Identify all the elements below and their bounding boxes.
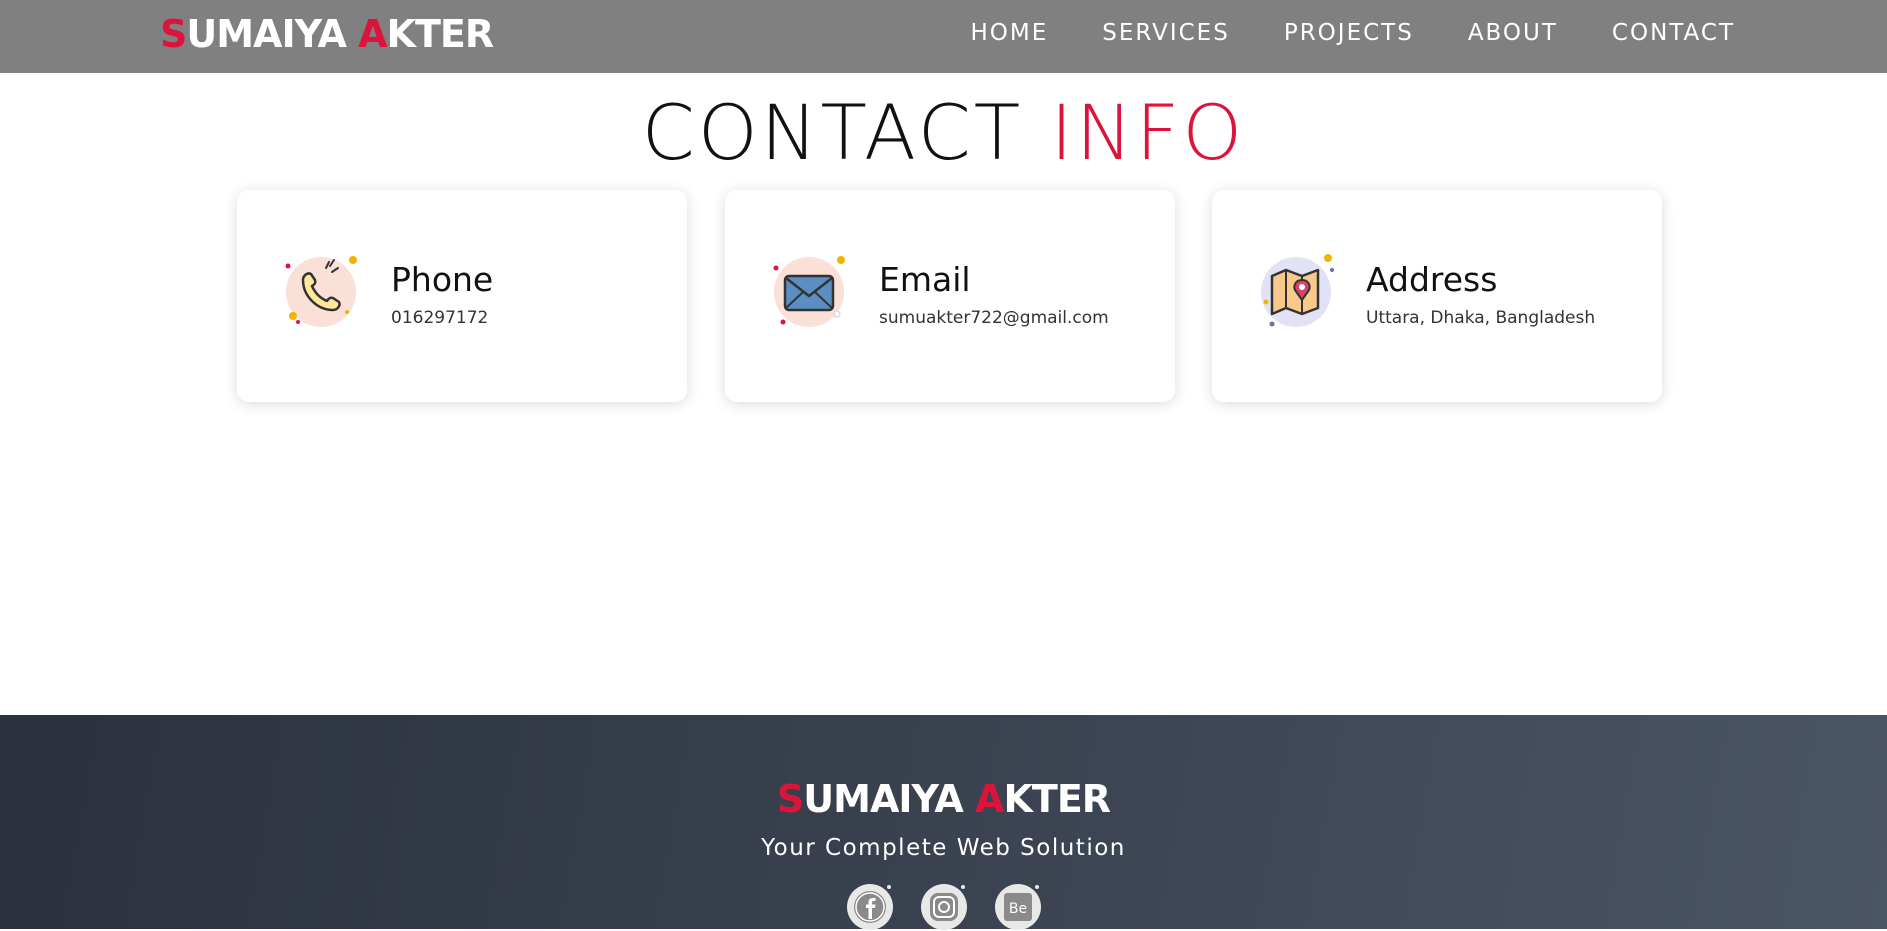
nav-projects[interactable]: PROJECTS — [1284, 20, 1414, 46]
nav-home[interactable]: HOME — [970, 20, 1048, 46]
section-title-main: CONTACT — [641, 88, 1051, 177]
footer-tagline: Your Complete Web Solution — [761, 835, 1126, 861]
contact-card-phone: Phone 016297172 — [237, 190, 687, 402]
phone-icon — [285, 256, 357, 327]
behance-icon[interactable]: Be — [994, 883, 1042, 931]
brand-name-first: UMAIYA — [186, 12, 359, 56]
contact-card-detail[interactable]: 016297172 — [391, 308, 488, 328]
brand-initial-last: A — [358, 12, 387, 56]
nav-about[interactable]: ABOUT — [1468, 20, 1558, 46]
footer-brand-name-first: UMAIYA — [803, 777, 976, 821]
footer-brand-initial-last: A — [975, 777, 1004, 821]
section-title-accent: INFO — [1050, 88, 1246, 177]
contact-card-detail[interactable]: Uttara, Dhaka, Bangladesh — [1366, 308, 1595, 328]
contact-card-heading: Email — [879, 260, 971, 299]
brand-initial-first: S — [160, 12, 187, 56]
facebook-icon[interactable] — [846, 883, 894, 931]
section-title: CONTACT INFO — [0, 88, 1887, 177]
footer-brand-initial-first: S — [776, 777, 804, 821]
contact-card-heading: Phone — [391, 260, 494, 299]
footer-brand-logo[interactable]: SUMAIYA AKTER — [0, 777, 1887, 821]
main-nav: HOME SERVICES PROJECTS ABOUT CONTACT — [916, 20, 1735, 46]
map-pin-icon — [1261, 254, 1334, 327]
brand-name-last: KTER — [386, 12, 495, 56]
contact-card-email: Email sumuakter722@gmail.com — [725, 190, 1175, 402]
social-links: Be — [0, 883, 1887, 931]
contact-card-address: Address Uttara, Dhaka, Bangladesh — [1212, 190, 1662, 402]
envelope-icon — [773, 256, 845, 327]
navbar: SUMAIYA AKTER HOME SERVICES PROJECTS ABO… — [0, 0, 1887, 73]
nav-services[interactable]: SERVICES — [1102, 20, 1230, 46]
footer: SUMAIYA AKTER Your Complete Web Solution… — [0, 715, 1887, 931]
instagram-icon[interactable] — [920, 883, 968, 931]
contact-card-heading: Address — [1366, 260, 1498, 299]
contact-card-detail[interactable]: sumuakter722@gmail.com — [879, 308, 1109, 328]
footer-brand-name-last: KTER — [1003, 777, 1111, 821]
nav-contact[interactable]: CONTACT — [1612, 20, 1735, 46]
brand-logo[interactable]: SUMAIYA AKTER — [160, 12, 495, 56]
behance-label: Be — [1008, 901, 1026, 917]
